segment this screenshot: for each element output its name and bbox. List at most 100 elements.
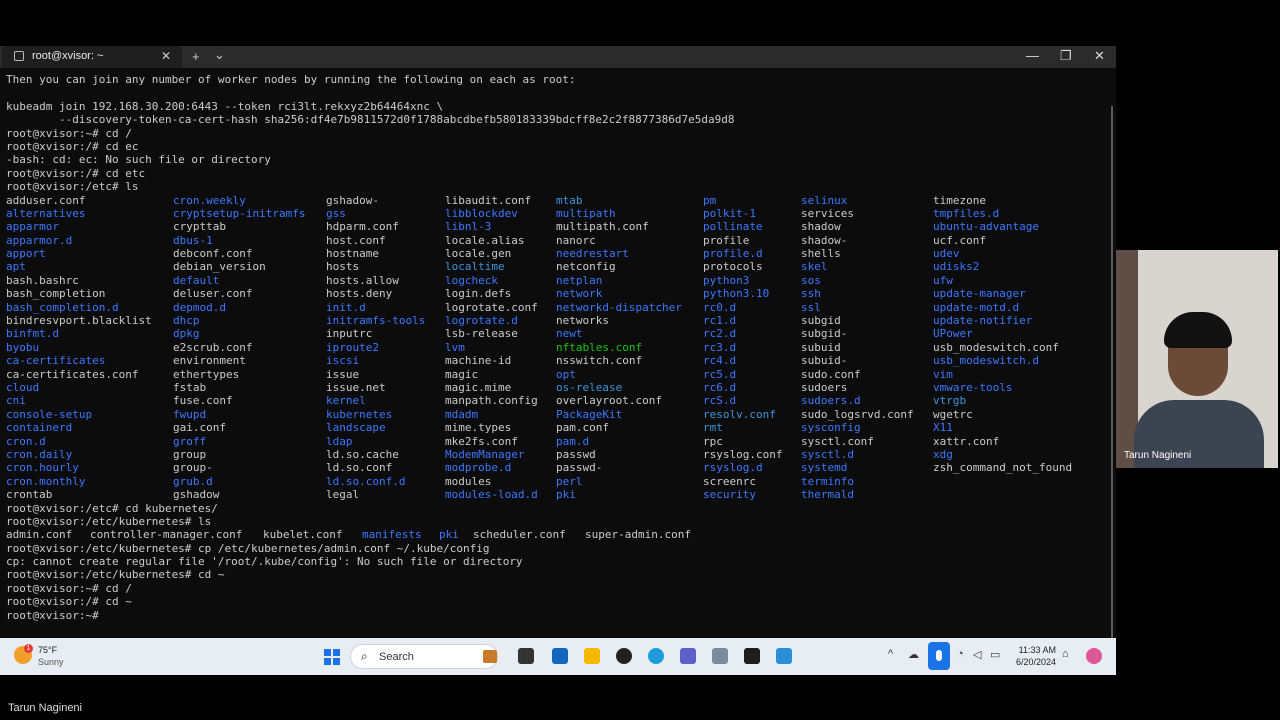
terminal-output[interactable]: Then you can join any number of worker n… xyxy=(6,73,1106,633)
ls-entry: wgetrc xyxy=(933,407,973,421)
ls-entry: update-motd.d xyxy=(933,300,1020,314)
copilot-icon[interactable] xyxy=(1086,648,1102,664)
teams-icon[interactable] xyxy=(680,648,696,664)
battery-icon[interactable]: ▭ xyxy=(990,648,1000,661)
ls-row: alternatives cryptsetup-initramfs gss libbl… xyxy=(6,207,1106,220)
volume-icon[interactable]: ◁ xyxy=(973,648,981,661)
ls-entry: groff xyxy=(173,434,207,448)
ls-entry: group- xyxy=(173,461,213,475)
taskbar-search[interactable]: ⌕ Search xyxy=(350,644,498,669)
ls-entry: magic.mime xyxy=(445,380,512,394)
ls-entry: passwd xyxy=(556,447,596,461)
ls-entry: nanorc xyxy=(556,233,596,247)
ls-entry: binfmt.d xyxy=(6,327,59,341)
file-explorer-icon[interactable] xyxy=(584,648,600,664)
ls-entry: crypttab xyxy=(173,220,226,234)
ls-row: apport debconf.conf hostname locale.gen need… xyxy=(6,247,1106,260)
ls-entry: sysconfig xyxy=(801,421,861,435)
ls-entry: adduser.conf xyxy=(6,193,86,207)
tray-chevron-icon[interactable]: ^ xyxy=(888,648,893,660)
ls-entry: xdg xyxy=(933,447,953,461)
ls-entry: hosts.deny xyxy=(326,287,393,301)
ls-entry: subgid xyxy=(801,314,841,328)
dell-icon[interactable] xyxy=(616,648,632,664)
ls-entry: nsswitch.conf xyxy=(556,354,643,368)
ls-entry: manifests xyxy=(362,528,422,542)
notification-icon[interactable]: ⌂ xyxy=(1062,648,1069,660)
ls-entry: thermald xyxy=(801,488,854,502)
windows-start-icon[interactable] xyxy=(324,649,340,665)
notepad-icon[interactable] xyxy=(776,648,792,664)
ls-entry: PackageKit xyxy=(556,407,623,421)
ls-entry: usb_modeswitch.d xyxy=(933,354,1039,368)
ls-entry: systemd xyxy=(801,461,848,475)
ls-entry: netconfig xyxy=(556,260,616,274)
ls-entry: init.d xyxy=(326,300,366,314)
ls-entry: skel xyxy=(801,260,828,274)
scrollbar[interactable] xyxy=(1111,106,1113,666)
ls-entry: networkd-dispatcher xyxy=(556,300,682,314)
terminal-line: kubeadm join 192.168.30.200:6443 --token… xyxy=(6,99,444,113)
ls-entry: profile.d xyxy=(703,247,763,261)
ls-row: bindresvport.blacklist dhcp initramfs-tool… xyxy=(6,314,1106,327)
ls-entry: hdparm.conf xyxy=(326,220,399,234)
ls-entry: ssl xyxy=(801,300,821,314)
ls-entry: containerd xyxy=(6,421,73,435)
ls-entry: sos xyxy=(801,273,821,287)
ls-entry: depmod.d xyxy=(173,300,226,314)
ls-entry: logrotate.conf xyxy=(445,300,538,314)
ls-entry: newt xyxy=(556,327,583,341)
terminal-line: root@xvisor:~# xyxy=(6,608,99,622)
task-view-icon[interactable] xyxy=(518,648,534,664)
terminal-app-icon[interactable] xyxy=(744,648,760,664)
maximize-button[interactable]: ❐ xyxy=(1060,48,1072,64)
ls-row: apt debian_version hosts localtime netconfig… xyxy=(6,260,1106,273)
ls-entry: ucf.conf xyxy=(933,233,986,247)
ls-entry: hosts.allow xyxy=(326,273,399,287)
ls-entry: fstab xyxy=(173,380,207,394)
ls-entry: cron.weekly xyxy=(173,193,246,207)
ls-entry: pollinate xyxy=(703,220,763,234)
close-button[interactable]: ✕ xyxy=(1094,48,1105,64)
ls-row: cron.hourly group-ld.so.conf modprobe.d pas… xyxy=(6,461,1106,474)
ls-entry: dhcp xyxy=(173,314,200,328)
terminal-line: root@xvisor:~# cd / xyxy=(6,126,132,140)
weather-temperature[interactable]: 75°F xyxy=(38,645,57,655)
ls-entry: udev xyxy=(933,247,960,261)
ls-entry: rc4.d xyxy=(703,354,737,368)
weather-description[interactable]: Sunny xyxy=(38,657,64,667)
ls-entry: pki xyxy=(556,488,576,502)
ls-entry: hostname xyxy=(326,247,379,261)
tab-dropdown-icon[interactable]: ⌄ xyxy=(214,47,225,63)
ls-row: cron.daily group ld.so.cache ModemManager pa… xyxy=(6,448,1106,461)
edge-icon[interactable] xyxy=(648,648,664,664)
ls-entry: debian_version xyxy=(173,260,266,274)
ls-entry: locale.gen xyxy=(445,247,512,261)
store-icon[interactable] xyxy=(552,648,568,664)
tab-root-xvisor[interactable]: root@xvisor: ~ ✕ xyxy=(2,46,182,68)
microphone-icon[interactable] xyxy=(928,642,950,670)
ls-entry: rc5.d xyxy=(703,367,737,381)
terminal-icon xyxy=(14,51,24,61)
ls-row: binfmt.d dpkg inputrc lsb-release newt rc2.d s… xyxy=(6,327,1106,340)
ls-entry: localtime xyxy=(445,260,505,274)
terminal-line: root@xvisor:/# cd etc xyxy=(6,166,146,180)
settings-app-icon[interactable] xyxy=(712,648,728,664)
ls-row: bash_completion.d depmod.d init.d logrotate… xyxy=(6,301,1106,314)
onedrive-icon[interactable]: ☁ xyxy=(908,648,919,661)
ls-row: cni fuse.conf kernel manpath.config overlayr… xyxy=(6,394,1106,407)
minimize-button[interactable]: — xyxy=(1026,48,1039,63)
close-tab-icon[interactable]: ✕ xyxy=(161,49,171,63)
ls-entry: needrestart xyxy=(556,247,629,261)
terminal-line: root@xvisor:/etc/kubernetes# cp /etc/kub… xyxy=(6,541,490,555)
ls-entry: console-setup xyxy=(6,407,93,421)
ls-entry: pam.conf xyxy=(556,421,609,435)
new-tab-button[interactable]: + xyxy=(192,49,200,64)
ls-entry: mdadm xyxy=(445,407,479,421)
wifi-icon[interactable]: ◔ xyxy=(957,648,964,660)
terminal-line: Then you can join any number of worker n… xyxy=(6,73,576,86)
clock[interactable]: 11:33 AM 6/20/2024 xyxy=(1010,644,1056,668)
ls-entry: fuse.conf xyxy=(173,394,233,408)
ls-entry: cron.monthly xyxy=(6,474,86,488)
ls-entry: passwd- xyxy=(556,461,603,475)
